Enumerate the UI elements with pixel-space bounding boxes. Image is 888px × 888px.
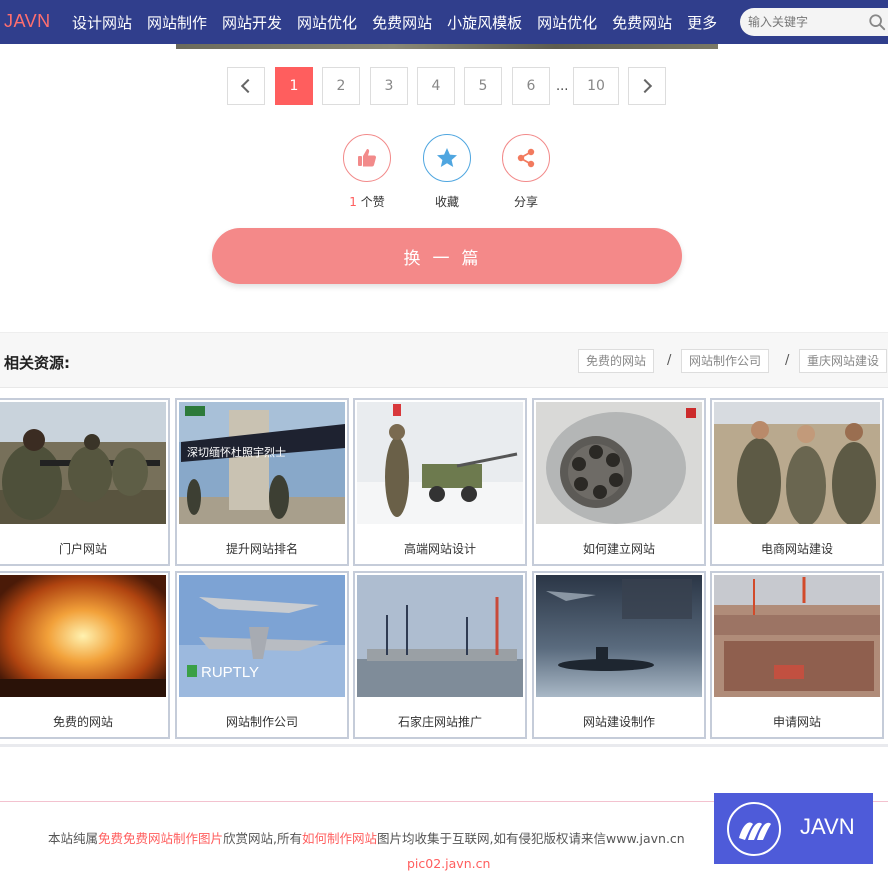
card-caption[interactable]: 门户网站 [0, 540, 168, 557]
thumbs-up-icon [358, 149, 377, 167]
resource-card[interactable]: 申请网站 [710, 571, 884, 739]
page: JAVN 设计网站 网站制作 网站开发 网站优化 免费网站 小旋风模板 网站优化… [0, 0, 888, 888]
nav-menu: 设计网站 网站制作 网站开发 网站优化 免费网站 小旋风模板 网站优化 免费网站… [72, 0, 732, 44]
related-tag-company[interactable]: 网站制作公司 [681, 349, 770, 373]
share-button[interactable] [502, 134, 550, 182]
page-1[interactable]: 1 [275, 67, 313, 105]
card-image-memorial[interactable]: 深切缅怀杜照宇烈士 [179, 402, 345, 524]
tag-separator: / [667, 353, 672, 368]
search-input[interactable] [748, 12, 864, 32]
favorite-action[interactable]: 收藏 [407, 134, 487, 210]
page-4[interactable]: 4 [417, 67, 455, 105]
related-title: 相关资源: [4, 354, 70, 372]
card-image-female-soldiers[interactable] [714, 402, 880, 524]
search-icon[interactable] [868, 13, 886, 31]
card-image-shipyard[interactable] [714, 575, 880, 697]
nav-item-free-2[interactable]: 免费网站 [612, 12, 672, 33]
footer-link-howto[interactable]: 如何制作网站 [302, 831, 377, 846]
nav-item-optimize[interactable]: 网站优化 [297, 12, 357, 33]
prev-page-button[interactable] [227, 67, 265, 105]
resource-card[interactable]: 高端网站设计 [353, 398, 527, 566]
top-nav: JAVN 设计网站 网站制作 网站开发 网站优化 免费网站 小旋风模板 网站优化… [0, 0, 888, 44]
resource-card[interactable]: 石家庄网站推广 [353, 571, 527, 739]
footer-text-1: 本站纯属 [48, 831, 99, 846]
like-label: 1 个赞 [327, 193, 407, 210]
footer-text-3: 图片均收集于互联网,如有侵犯版权请来信www.javn.cn [377, 831, 685, 846]
resource-card[interactable]: 深切缅怀杜照宇烈士 提升网站排名 [175, 398, 349, 566]
resource-card[interactable]: RUPTLY 网站制作公司 [175, 571, 349, 739]
card-caption[interactable]: 网站建设制作 [534, 713, 704, 730]
page-ellipsis: ... [556, 79, 569, 94]
card-caption[interactable]: 石家庄网站推广 [355, 713, 525, 730]
next-page-button[interactable] [628, 67, 666, 105]
like-suffix: 个赞 [360, 195, 385, 209]
tag-separator: / [785, 353, 790, 368]
memorial-banner-text: 深切缅怀杜照宇烈士 [187, 445, 286, 459]
card-caption[interactable]: 高端网站设计 [355, 540, 525, 557]
nav-item-template[interactable]: 小旋风模板 [447, 12, 522, 33]
next-article-button[interactable]: 换一篇 [212, 228, 682, 284]
page-3[interactable]: 3 [370, 67, 408, 105]
card-image-jets[interactable]: RUPTLY [179, 575, 345, 697]
resource-card[interactable]: 网站建设制作 [532, 571, 706, 739]
card-image-explosion[interactable] [0, 575, 166, 697]
resource-card[interactable]: 免费的网站 [0, 571, 170, 739]
favorite-button[interactable] [423, 134, 471, 182]
page-6[interactable]: 6 [512, 67, 550, 105]
search-box [740, 8, 888, 36]
footer-link-images[interactable]: 免费免费网站制作图片 [98, 831, 223, 846]
card-image-gatling-gun[interactable] [536, 402, 702, 524]
card-image-snow-artillery[interactable] [357, 402, 523, 524]
card-caption[interactable]: 网站制作公司 [177, 713, 347, 730]
share-label: 分享 [513, 195, 538, 209]
brand-badge[interactable]: JAVN [714, 793, 873, 864]
like-button[interactable] [343, 134, 391, 182]
nav-item-more[interactable]: 更多 [687, 12, 717, 33]
page-2[interactable]: 2 [322, 67, 360, 105]
related-tag-chongqing[interactable]: 重庆网站建设 [799, 349, 888, 373]
footer-domain-link[interactable]: pic02.javn.cn [407, 856, 490, 871]
card-image-soldiers-aiming[interactable] [0, 402, 166, 524]
article-image-bottom [176, 44, 718, 49]
pagination: 1 2 3 4 5 6 ... 10 [0, 67, 888, 107]
card-caption[interactable]: 免费的网站 [0, 713, 168, 730]
section-divider [0, 744, 888, 747]
page-5[interactable]: 5 [464, 67, 502, 105]
brand-logo-icon [727, 802, 781, 856]
star-icon [437, 148, 457, 167]
nav-item-design[interactable]: 设计网站 [72, 12, 132, 33]
resource-card[interactable]: 如何建立网站 [532, 398, 706, 566]
card-caption[interactable]: 申请网站 [712, 713, 882, 730]
card-image-submarine[interactable] [536, 575, 702, 697]
brand-badge-text: JAVN [800, 814, 855, 839]
like-count: 1 [349, 195, 357, 209]
related-header: 相关资源: 免费的网站 / 网站制作公司 / 重庆网站建设 [0, 332, 888, 388]
page-last[interactable]: 10 [573, 67, 619, 105]
footer-text-2: 欣赏网站,所有 [223, 831, 303, 846]
card-caption[interactable]: 提升网站排名 [177, 540, 347, 557]
share-action[interactable]: 分享 [486, 134, 566, 210]
nav-item-optimize-2[interactable]: 网站优化 [537, 12, 597, 33]
card-caption[interactable]: 电商网站建设 [712, 540, 882, 557]
card-caption[interactable]: 如何建立网站 [534, 540, 704, 557]
like-action[interactable]: 1 个赞 [327, 134, 407, 210]
favorite-label: 收藏 [434, 195, 459, 209]
chevron-right-icon [637, 78, 653, 94]
footer-copyright: 本站纯属免费免费网站制作图片欣赏网站,所有如何制作网站图片均收集于互联网,如有侵… [48, 828, 685, 847]
related-tag-free-site[interactable]: 免费的网站 [578, 349, 655, 373]
nav-item-develop[interactable]: 网站开发 [222, 12, 282, 33]
resource-card[interactable]: 门户网站 [0, 398, 170, 566]
share-icon [517, 148, 535, 168]
nav-item-free[interactable]: 免费网站 [372, 12, 432, 33]
site-logo[interactable]: JAVN [4, 11, 51, 32]
card-image-harbor[interactable] [357, 575, 523, 697]
chevron-left-icon [240, 78, 256, 94]
resource-card[interactable]: 电商网站建设 [710, 398, 884, 566]
ruptly-watermark-text: RUPTLY [201, 664, 259, 681]
nav-item-make[interactable]: 网站制作 [147, 12, 207, 33]
